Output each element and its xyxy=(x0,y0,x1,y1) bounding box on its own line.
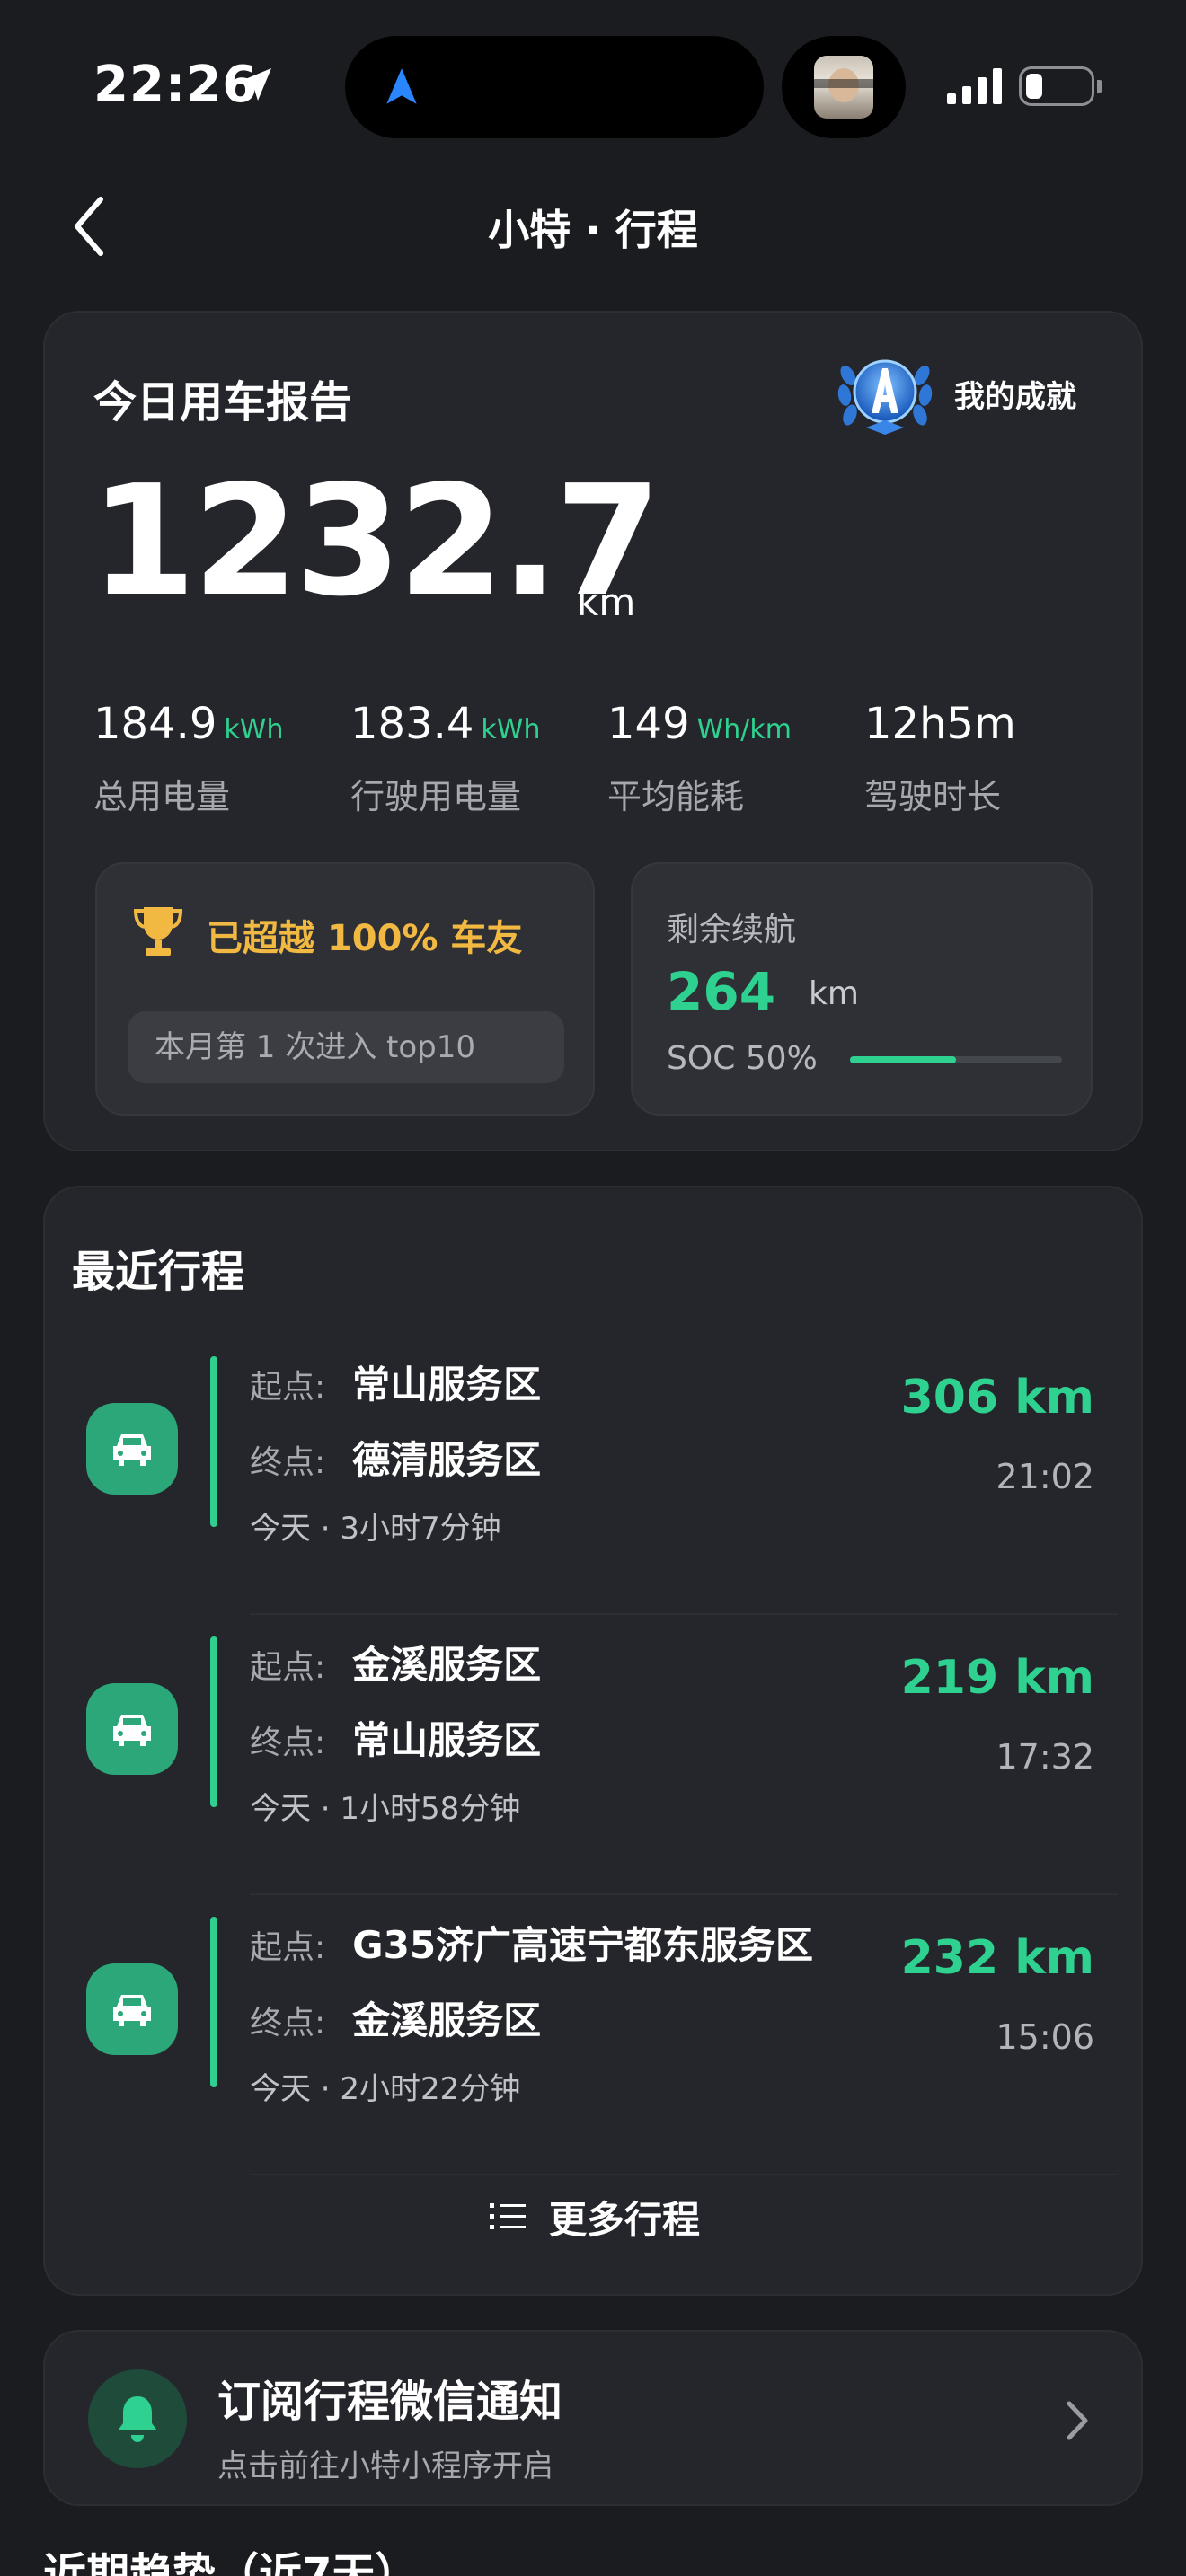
stat-label: 驾驶时长 xyxy=(864,777,1002,816)
status-bar: 22:26 xyxy=(0,0,1186,171)
stat-value: 12h5m xyxy=(864,699,1016,749)
cellular-signal-icon xyxy=(947,68,1002,104)
end-label: 终点: xyxy=(250,1444,326,1481)
divider xyxy=(250,1893,1118,1895)
stat-value: 149 xyxy=(607,699,690,749)
trip-indicator-bar xyxy=(210,1636,217,1807)
soc-progress-fill xyxy=(850,1056,956,1063)
rank-panel[interactable]: 已超越 100% 车友 本月第 1 次进入 top10 xyxy=(95,862,595,1116)
navigation-arrow-icon xyxy=(386,68,417,104)
start-label: 起点: xyxy=(250,1369,326,1406)
start-label: 起点: xyxy=(250,1649,326,1686)
recent-trips-title: 最近行程 xyxy=(72,1247,245,1297)
trip-time: 15:06 xyxy=(996,2017,1094,2057)
stat-label: 总用电量 xyxy=(93,777,231,816)
start-place: G35济广高速宁都东服务区 xyxy=(352,1923,814,1967)
subscribe-description: 点击前往小特小程序开启 xyxy=(217,2448,553,2484)
page-title: 小特 · 行程 xyxy=(488,206,698,254)
trip-distance: 232 km xyxy=(900,1931,1094,1985)
rank-subtitle: 本月第 1 次进入 top10 xyxy=(128,1011,564,1083)
live-activity-avatar[interactable] xyxy=(782,36,906,138)
subscribe-notification-card[interactable]: 订阅行程微信通知 点击前往小特小程序开启 xyxy=(43,2330,1143,2506)
rank-text: 已超越 100% 车友 xyxy=(207,918,523,959)
stat-total-energy: 184.9 kWh 总用电量 xyxy=(93,699,283,818)
trip-start: 起点: 金溪服务区 xyxy=(250,1635,541,1689)
stat-drive-duration: 12h5m 驾驶时长 xyxy=(864,699,1016,818)
location-arrow-icon xyxy=(239,68,271,101)
trip-duration: 今天 · 3小时7分钟 xyxy=(250,1511,501,1547)
report-title: 今日用车报告 xyxy=(93,377,353,428)
trip-time: 21:02 xyxy=(996,1457,1094,1496)
start-label: 起点: xyxy=(250,1929,326,1966)
achievement-link[interactable]: 我的成就 xyxy=(836,348,1076,438)
car-icon xyxy=(86,1403,178,1495)
list-icon xyxy=(489,2203,526,2229)
trophy-icon xyxy=(133,907,183,956)
trip-distance: 219 km xyxy=(900,1651,1094,1705)
stat-value: 183.4 xyxy=(350,699,474,749)
trip-time: 17:32 xyxy=(996,1737,1094,1777)
trip-start: 起点: G35济广高速宁都东服务区 xyxy=(250,1915,813,1970)
divider xyxy=(250,2174,1118,2175)
car-icon xyxy=(86,1963,178,2055)
trip-start: 起点: 常山服务区 xyxy=(250,1354,541,1409)
range-unit: km xyxy=(809,975,859,1012)
trip-item[interactable]: 起点: G35济广高速宁都东服务区 终点: 金溪服务区 今天 · 2小时22分钟 2… xyxy=(45,1897,1145,2175)
subscribe-title: 订阅行程微信通知 xyxy=(217,2377,563,2427)
battery-icon xyxy=(1019,66,1102,106)
end-label: 终点: xyxy=(250,1725,326,1761)
trip-end: 终点: 常山服务区 xyxy=(250,1710,541,1765)
range-panel: 剩余续航 264 km SOC 50% xyxy=(631,862,1093,1116)
trip-duration: 今天 · 1小时58分钟 xyxy=(250,1791,521,1827)
trip-item[interactable]: 起点: 常山服务区 终点: 德清服务区 今天 · 3小时7分钟 306 km 21:… xyxy=(45,1337,1145,1615)
stat-unit: Wh/km xyxy=(696,714,792,745)
stat-label: 行驶用电量 xyxy=(350,777,522,816)
stat-driving-energy: 183.4 kWh 行驶用电量 xyxy=(350,699,540,818)
more-trips-label: 更多行程 xyxy=(548,2197,700,2242)
trip-duration: 今天 · 2小时22分钟 xyxy=(250,2071,521,2107)
total-distance-value: 1232.7 xyxy=(90,453,661,631)
daily-report-card: 今日用车报告 我的成就 1232.7 km 184.9 kWh 总用电量 183… xyxy=(43,311,1143,1151)
stat-unit: kWh xyxy=(224,714,284,745)
achievement-label: 我的成就 xyxy=(954,378,1076,415)
soc-progress-bar xyxy=(850,1056,1062,1063)
end-place: 金溪服务区 xyxy=(352,1998,542,2042)
avatar xyxy=(814,56,873,119)
bell-icon xyxy=(88,2369,187,2468)
trip-indicator-bar xyxy=(210,1356,217,1527)
chevron-right-icon xyxy=(1067,2401,1088,2440)
range-label: 剩余续航 xyxy=(667,912,797,948)
trip-end: 终点: 德清服务区 xyxy=(250,1430,541,1485)
end-label: 终点: xyxy=(250,2005,326,2042)
trip-indicator-bar xyxy=(210,1917,217,2087)
recent-trips-card: 最近行程 起点: 常山服务区 终点: 德清服务区 今天 · 3小时7分钟 306 k… xyxy=(43,1186,1143,2296)
stat-value: 184.9 xyxy=(93,699,217,749)
more-trips-button[interactable]: 更多行程 xyxy=(45,2181,1145,2253)
start-place: 金溪服务区 xyxy=(352,1643,542,1687)
recent-trend-title: 近期趋势（近7天） xyxy=(43,2549,419,2576)
trip-distance: 306 km xyxy=(900,1371,1094,1425)
soc-label: SOC 50% xyxy=(667,1040,818,1077)
divider xyxy=(250,1613,1118,1615)
dynamic-island[interactable] xyxy=(345,36,764,138)
laurel-badge-icon xyxy=(837,359,933,435)
total-distance-unit: km xyxy=(577,580,636,624)
stat-unit: kWh xyxy=(481,714,541,745)
stat-label: 平均能耗 xyxy=(607,777,745,816)
stat-avg-consumption: 149 Wh/km 平均能耗 xyxy=(607,699,792,818)
end-place: 德清服务区 xyxy=(352,1438,542,1482)
range-value: 264 xyxy=(667,961,776,1022)
car-icon xyxy=(86,1683,178,1775)
start-place: 常山服务区 xyxy=(352,1363,542,1407)
trip-end: 终点: 金溪服务区 xyxy=(250,1990,541,2045)
trip-item[interactable]: 起点: 金溪服务区 终点: 常山服务区 今天 · 1小时58分钟 219 km 17… xyxy=(45,1617,1145,1895)
end-place: 常山服务区 xyxy=(352,1718,542,1762)
